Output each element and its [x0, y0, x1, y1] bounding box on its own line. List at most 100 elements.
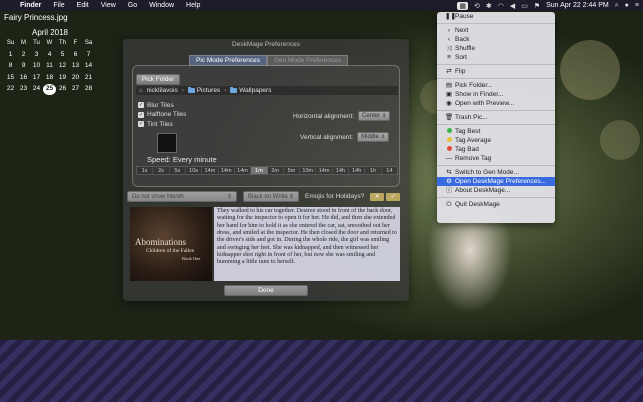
flag-icon[interactable]: ⚑ — [534, 2, 540, 10]
menu-item-info[interactable]: ⓘ About DeskMage... — [437, 186, 555, 195]
select-arrows-icon: ⇕ — [380, 134, 386, 140]
wifi-icon[interactable]: ◠ — [498, 2, 504, 10]
speed-option[interactable]: 2s — [153, 167, 170, 174]
menu-go[interactable]: Go — [122, 2, 143, 9]
checkbox-tint-tiles[interactable]: ✓ — [138, 121, 144, 127]
speed-option[interactable]: 14m — [316, 167, 333, 174]
done-button[interactable]: Done — [224, 285, 308, 296]
speed-option[interactable]: 14m — [202, 167, 219, 174]
calendar-weekday: M — [21, 40, 26, 46]
menu-item-tag-best[interactable]: Tag Best — [437, 127, 555, 136]
menu-item-tag-average[interactable]: Tag Average — [437, 136, 555, 145]
emoji-off-icon[interactable]: ✕ — [370, 192, 385, 201]
speed-option[interactable]: 10s — [186, 167, 203, 174]
chevron-right-icon: › — [181, 87, 184, 94]
menu-separator — [437, 165, 555, 166]
time-machine-icon[interactable]: ⟲ — [474, 2, 480, 10]
menu-view[interactable]: View — [95, 2, 122, 9]
menu-item-label: Back — [455, 36, 470, 43]
bluetooth-icon[interactable]: ✱ — [486, 2, 492, 10]
speed-option[interactable]: 14h — [349, 167, 366, 174]
deskmage-icon[interactable]: ▦ — [457, 1, 468, 10]
volume-icon[interactable]: ◀ — [510, 2, 515, 10]
menu-finder[interactable]: Finder — [14, 2, 47, 9]
menu-item-pause[interactable]: ❚❚ Pause — [437, 12, 555, 21]
menu-item-flip[interactable]: ⇄ Flip — [437, 67, 555, 76]
checkbox-halftone-tiles[interactable]: ✓ — [138, 111, 144, 118]
speed-option[interactable]: 10m — [300, 167, 317, 174]
tint-color-well[interactable] — [157, 133, 177, 153]
speed-option[interactable]: 1s — [137, 167, 154, 174]
tint-tiles-row[interactable]: ✓ Tint Tiles — [138, 120, 186, 128]
menu-item-shuffle[interactable]: ⤨ Shuffle — [437, 44, 555, 53]
speed-option[interactable]: 2m — [268, 167, 284, 174]
shuffle-icon: ⤨ — [446, 45, 452, 52]
menu-separator — [437, 23, 555, 24]
story-text: They walked to his car together. Desiree… — [214, 207, 400, 281]
menu-item-next[interactable]: › Next — [437, 26, 555, 35]
menu-item-finder[interactable]: ▣ Show in Finder... — [437, 90, 555, 99]
speed-option[interactable]: 1m — [251, 167, 268, 174]
menu-window[interactable]: Window — [143, 2, 180, 9]
calendar-day: 11 — [46, 62, 53, 69]
speed-option[interactable]: 5s — [170, 167, 186, 174]
chevron-right-icon: › — [224, 87, 227, 94]
menu-item-label: Flip — [455, 68, 466, 75]
calendar-day: 7 — [86, 50, 91, 58]
halftone-tiles-row[interactable]: ✓ Halftone Tiles — [138, 111, 186, 119]
calendar-day: 17 — [32, 73, 41, 81]
folder-path-bar[interactable]: ⌂ nicklilavois › Pictures › Wallpapers — [136, 86, 398, 95]
pick-folder-button[interactable]: Pick Folder — [136, 74, 180, 85]
menu-item-sort[interactable]: ≡ Sort — [437, 53, 555, 62]
blur-tiles-row[interactable]: ✓ Blur Tiles — [138, 101, 186, 109]
horizontal-alignment-row: Horizontal alignment: Center ⇕ — [293, 111, 391, 121]
speed-option[interactable]: 5m — [284, 167, 301, 174]
calendar-day: 19 — [58, 73, 67, 81]
desktop-stripe-area — [0, 340, 643, 402]
menu-edit[interactable]: Edit — [71, 2, 95, 9]
emoji-on-icon[interactable]: ✓ — [386, 192, 401, 201]
menu-item-pick-folder[interactable]: ▤ Pick Folder... — [437, 81, 555, 90]
menu-item-quit[interactable]: ⏻ Quit DeskMage — [437, 200, 555, 209]
vertical-alignment-select[interactable]: Middle ⇕ — [357, 132, 390, 142]
checkbox-blur-tiles[interactable]: ✓ — [138, 102, 144, 108]
siri-icon[interactable]: ● — [625, 2, 629, 9]
speed-segmented-control: 1s 2s 5s 10s 14m 14m 14m 1m 2m 5m 10m 14m 14h 14h 1h 14 — [136, 166, 398, 175]
menu-item-switch-mode[interactable]: ⇆ Switch to Gen Mode... — [437, 168, 555, 177]
speed-option[interactable]: 14m — [235, 167, 252, 174]
battery-icon[interactable]: ▭ — [521, 2, 528, 10]
vertical-alignment-row: Vertical alignment: Middle ⇕ — [300, 132, 390, 142]
menu-item-remove-tag[interactable]: — Remove Tag — [437, 154, 555, 163]
notification-center-icon[interactable]: ≡ — [635, 2, 639, 9]
menu-item-gear[interactable]: ⚙ Open DeskMage Preferences... — [437, 177, 555, 186]
horizontal-alignment-select[interactable]: Center ⇕ — [358, 111, 391, 121]
speed-option[interactable]: 14h — [333, 167, 350, 174]
speed-option[interactable]: 1h — [365, 167, 382, 174]
flip-icon: ⇄ — [446, 68, 452, 75]
tag-bad-icon — [445, 145, 453, 154]
menu-file[interactable]: File — [47, 2, 70, 9]
calendar-weekday: Tu — [33, 40, 40, 46]
preview-icon: ◉ — [446, 100, 452, 107]
speed-option[interactable]: 14 — [382, 167, 397, 174]
month-display-select[interactable]: Do not show Month ⇕ — [127, 191, 237, 202]
speed-option[interactable]: 14m — [219, 167, 235, 174]
menu-item-trash[interactable]: 🗑 Trash Pic... — [437, 113, 555, 122]
calendar-title: April 2018 — [31, 28, 69, 37]
menu-item-label: Pause — [455, 13, 474, 20]
spotlight-icon[interactable]: ⌕ — [615, 2, 619, 10]
menu-item-label: Sort — [455, 54, 467, 61]
menu-item-preview[interactable]: ◉ Open with Preview... — [437, 99, 555, 108]
calendar-day: 21 — [84, 73, 93, 81]
text-color-select[interactable]: Black on White ⇕ — [243, 191, 299, 202]
wallpaper-bokeh — [560, 40, 620, 100]
menu-item-label: Show in Finder... — [455, 91, 504, 98]
deskmage-menu: ❚❚ Pause › Next ‹ Back ⤨ Shuffle ≡ Sort ⇄ Flip ▤ Pick… — [437, 12, 555, 223]
emoji-toggle[interactable]: ✕ ✓ — [370, 192, 401, 201]
wallpaper-preview: Abominations Children of the Fallen Book… — [130, 207, 402, 281]
menu-item-back[interactable]: ‹ Back — [437, 35, 555, 44]
menu-help[interactable]: Help — [180, 2, 206, 9]
menu-item-label: Quit DeskMage — [455, 201, 500, 208]
menu-item-tag-bad[interactable]: Tag Bad — [437, 145, 555, 154]
menubar-clock[interactable]: Sun Apr 22 2:44 PM — [546, 2, 609, 9]
